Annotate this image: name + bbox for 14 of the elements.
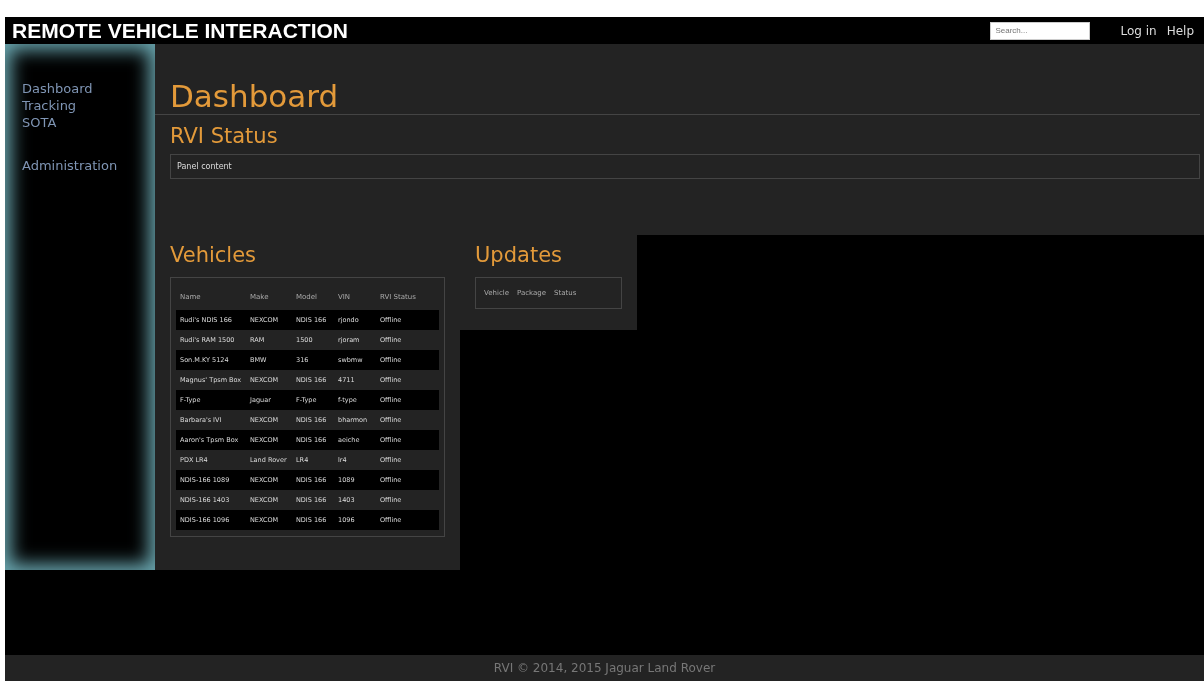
site-title: REMOTE VEHICLE INTERACTION [12,18,349,43]
status-panel: Panel content [170,154,1200,179]
section-title: RVI Status [170,124,279,148]
section-title: Updates [475,243,563,267]
section-title: Vehicles [170,243,258,267]
sidebar-item[interactable]: Tracking [22,97,155,114]
page-title: Dashboard [155,44,1200,115]
header-link[interactable]: Log in [1120,23,1157,38]
header-link[interactable]: Help [1166,23,1194,38]
sidebar-item[interactable]: Dashboard [22,80,155,97]
sidebar-item[interactable]: SOTA [22,114,155,131]
sidebar-item[interactable]: Administration [22,157,155,174]
search-field[interactable]: Search... [990,21,1091,40]
footer-text: RVI © 2014, 2015 Jaguar Land Rover [493,661,716,675]
